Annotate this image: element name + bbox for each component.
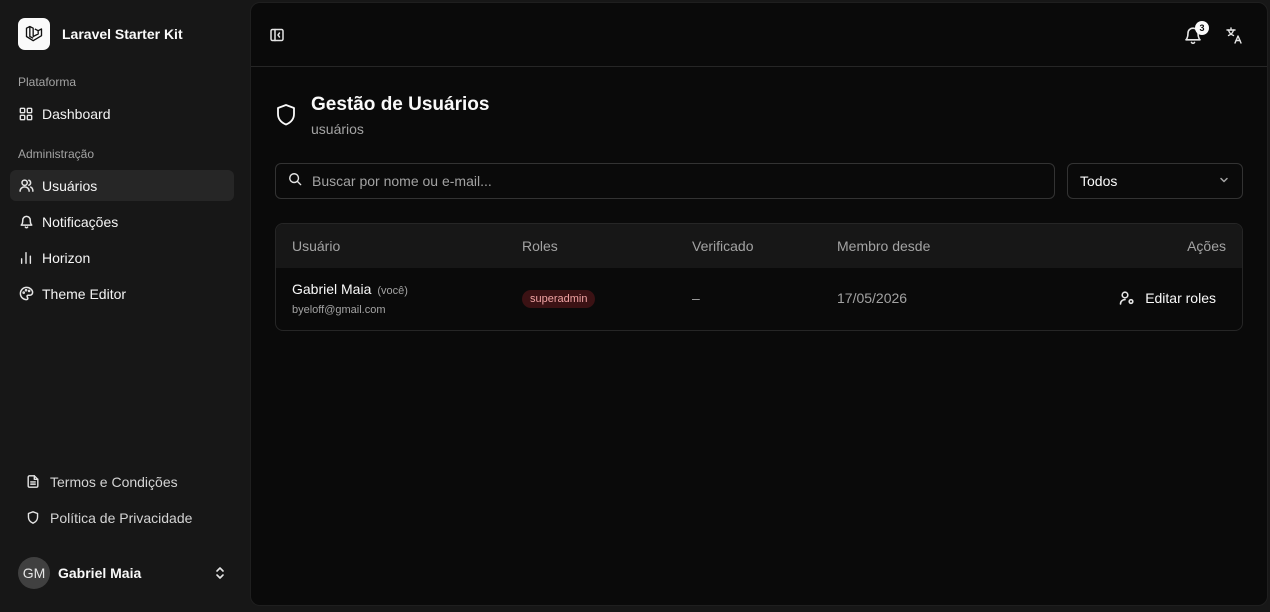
page-subtitle: usuários [311,121,364,137]
chevron-down-icon [1218,173,1230,189]
users-table: Usuário Roles Verificado Membro desde Aç… [275,223,1243,331]
shield-icon [275,103,297,127]
role-badge: superadmin [522,290,596,308]
sidebar-item-horizon[interactable]: Horizon [10,242,234,273]
search-box[interactable] [275,163,1055,199]
group-label-admin: Administração [18,147,95,161]
grid-icon [18,106,34,122]
role-filter-value: Todos [1080,173,1118,189]
edit-roles-button[interactable]: Editar roles [1119,290,1216,306]
language-button[interactable] [1225,25,1243,45]
role-filter-select[interactable]: Todos [1067,163,1243,199]
notifications-button[interactable]: 3 [1183,21,1209,45]
sidebar-item-notifications[interactable]: Notificações [10,206,234,237]
translate-icon [1225,27,1243,49]
user-cog-icon [1119,290,1135,306]
avatar: GM [18,557,50,589]
notification-count-badge: 3 [1195,21,1209,35]
table-header: Usuário Roles Verificado Membro desde Aç… [276,224,1242,268]
sidebar: Laravel Starter Kit Plataforma Dashboard… [0,0,250,612]
row-you-tag: (você) [377,285,408,297]
brand[interactable]: Laravel Starter Kit [18,18,183,50]
users-icon [18,178,34,194]
privacy-link[interactable]: Política de Privacidade [18,502,234,533]
file-text-icon [26,474,42,490]
main-content: 3 Gestão de Usuários usuários Todos Usuá… [250,2,1268,606]
user-menu[interactable]: GM Gabriel Maia [10,556,234,590]
topbar: 3 [251,3,1267,67]
sidebar-item-dashboard[interactable]: Dashboard [10,98,234,129]
row-verified: – [692,290,700,306]
table-row: Gabriel Maia (você) byeloff@gmail.com sup… [276,268,1242,330]
page-header: Gestão de Usuários usuários [275,93,489,137]
edit-roles-label: Editar roles [1145,290,1216,306]
sidebar-item-label: Dashboard [42,105,111,122]
laravel-logo-icon [18,18,50,50]
header-verified: Verificado [692,238,754,254]
bell-icon [18,214,34,230]
user-cell: Gabriel Maia (você) byeloff@gmail.com [292,281,408,316]
chevrons-up-down-icon [214,565,226,581]
search-icon [288,172,302,191]
group-label-platform: Plataforma [18,75,77,89]
header-actions: Ações [1187,238,1226,254]
sidebar-item-label: Usuários [42,177,98,194]
palette-icon [18,286,34,302]
sidebar-item-label: Notificações [42,213,119,230]
bar-chart-icon [18,250,34,266]
sidebar-item-label: Theme Editor [42,285,127,302]
row-user-email: byeloff@gmail.com [292,304,386,316]
shield-icon [26,510,42,526]
sidebar-toggle-icon[interactable] [269,27,285,43]
sidebar-item-theme-editor[interactable]: Theme Editor [10,278,234,309]
header-user: Usuário [292,238,341,254]
privacy-label: Política de Privacidade [50,509,193,526]
app-name: Laravel Starter Kit [62,26,183,42]
header-roles: Roles [522,238,558,254]
row-user-name: Gabriel Maia [292,281,372,297]
sidebar-item-users[interactable]: Usuários [10,170,234,201]
sidebar-item-label: Horizon [42,249,91,266]
search-input[interactable] [312,173,1012,189]
row-member-since: 17/05/2026 [837,290,908,306]
terms-link[interactable]: Termos e Condições [18,466,234,497]
roles-cell: superadmin [522,289,596,308]
terms-label: Termos e Condições [50,473,178,490]
user-name: Gabriel Maia [58,565,142,581]
page-title: Gestão de Usuários [311,94,490,115]
header-member-since: Membro desde [837,238,931,254]
